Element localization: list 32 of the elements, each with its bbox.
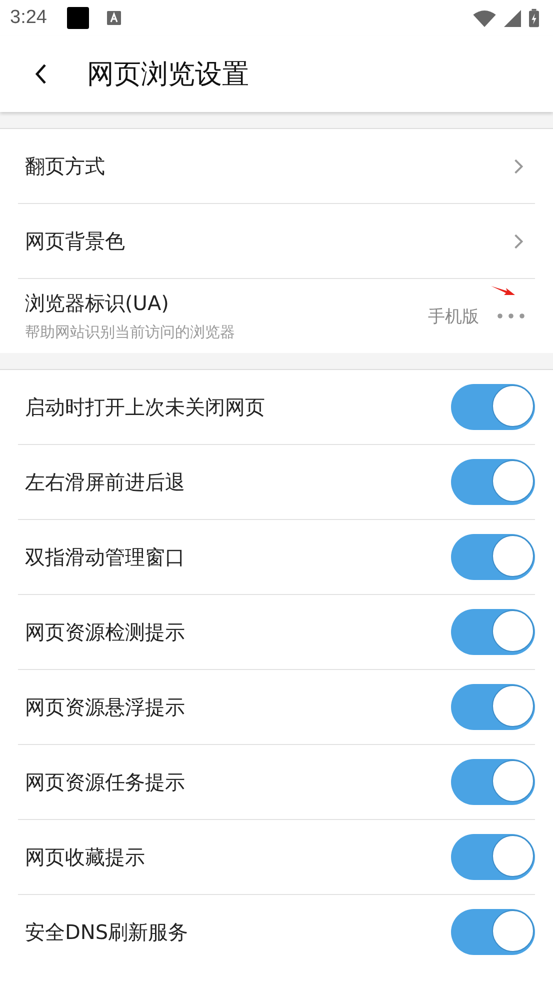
status-time: 3:24 <box>10 7 47 29</box>
setting-label: 安全DNS刷新服务 <box>25 918 190 946</box>
chevron-icon <box>514 234 523 248</box>
toggle-switch[interactable] <box>451 834 535 880</box>
toggle-switch[interactable] <box>451 534 535 580</box>
toggle-switch[interactable] <box>451 909 535 955</box>
setting-label: 网页资源任务提示 <box>25 768 186 796</box>
back-icon[interactable] <box>35 63 47 85</box>
page-title: 网页浏览设置 <box>87 58 249 92</box>
setting-label: 网页资源悬浮提示 <box>25 694 186 720</box>
setting-label: 网页收藏提示 <box>25 844 146 870</box>
toggle-switch[interactable] <box>451 759 535 805</box>
setting-label: 网页资源检测提示 <box>25 618 186 646</box>
setting-label: 浏览器标识(UA) <box>25 290 170 317</box>
setting-value: 手机版 <box>428 306 479 328</box>
toggle-switch[interactable] <box>451 609 535 655</box>
toggle-switch[interactable] <box>451 684 535 730</box>
chevron-icon <box>514 158 523 174</box>
wifi-icon <box>473 10 496 26</box>
setting-label: 网页背景色 <box>25 228 126 254</box>
keyboard-icon <box>106 11 121 25</box>
setting-description: 帮助网站识别当前访问的浏览器 <box>25 323 236 342</box>
setting-label: 左右滑屏前进后退 <box>25 468 186 496</box>
toggle-switch[interactable] <box>451 459 535 505</box>
toggle-switch[interactable] <box>451 384 535 430</box>
signal-icon <box>504 10 521 26</box>
setting-label: 启动时打开上次未关闭网页 <box>25 394 266 420</box>
setting-label: 翻页方式 <box>25 152 106 180</box>
battery-icon <box>529 8 539 28</box>
more-icon[interactable] <box>497 313 525 319</box>
notification-icon <box>66 7 89 29</box>
setting-label: 双指滑动管理窗口 <box>25 544 186 570</box>
